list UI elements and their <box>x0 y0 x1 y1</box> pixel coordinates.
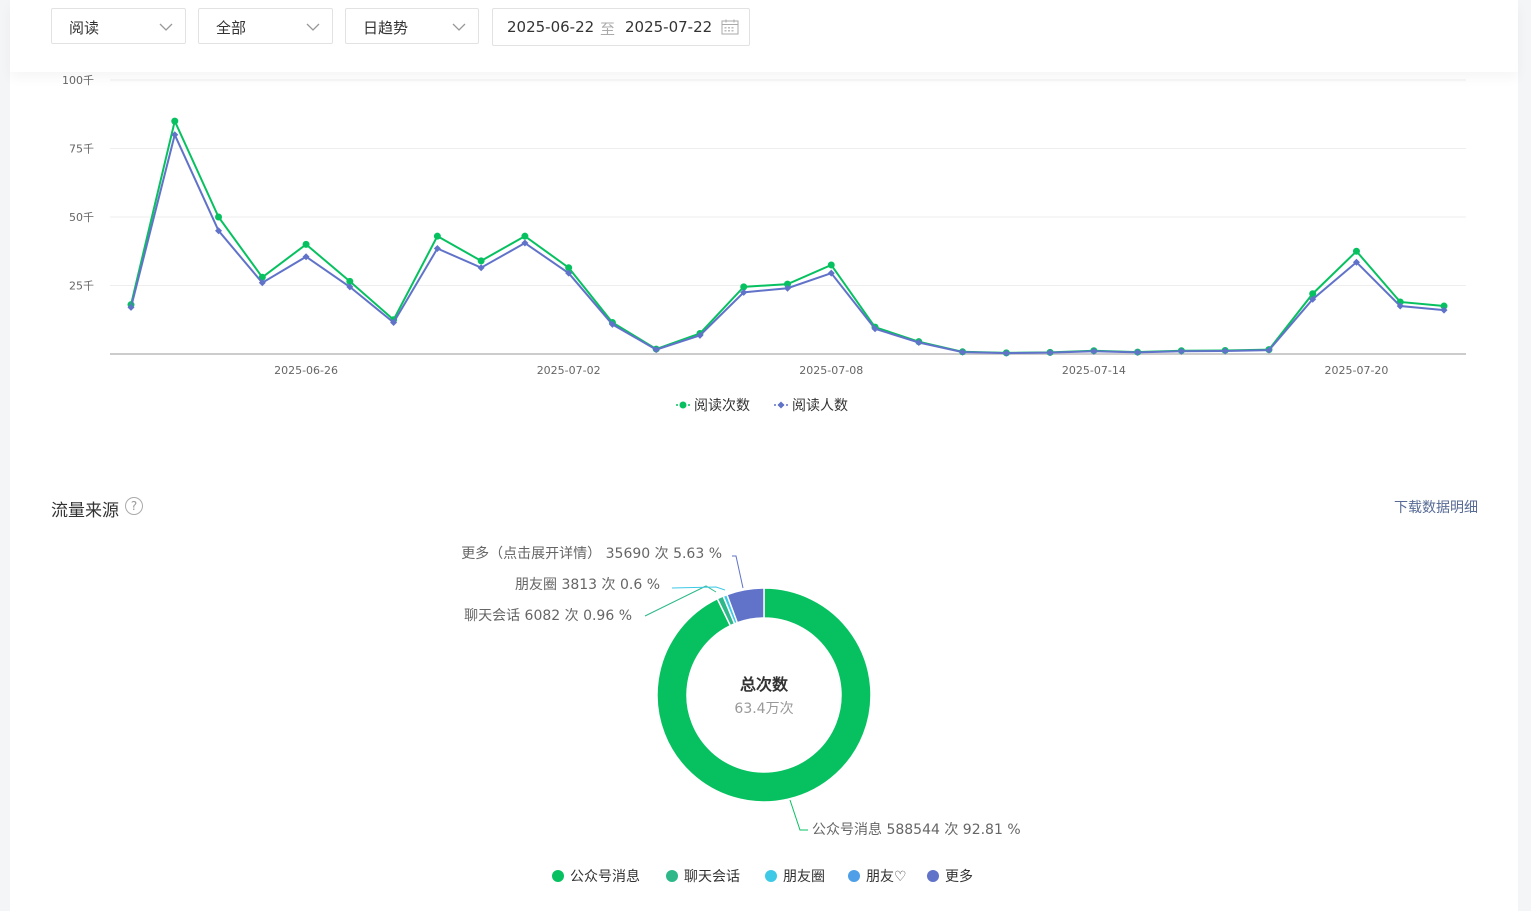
donut-leader-line <box>789 799 808 831</box>
chevron-down-icon <box>452 23 466 31</box>
help-icon[interactable]: ? <box>125 497 143 515</box>
y-tick-label: 75千 <box>69 143 94 156</box>
x-tick-label: 2025-07-02 <box>537 364 601 377</box>
scope-select[interactable]: 全部 <box>198 8 333 44</box>
y-tick-label: 100千 <box>62 74 94 87</box>
donut-legend-item[interactable]: 公众号消息 <box>552 866 640 886</box>
series-line-read-count <box>130 118 1445 354</box>
x-tick-label: 2025-07-08 <box>799 364 863 377</box>
legend-dot-icon <box>927 870 939 882</box>
donut-legend-label: 更多 <box>945 869 973 885</box>
download-detail-link[interactable]: 下载数据明细 <box>1394 497 1478 517</box>
donut-legend-label: 朋友♡ <box>866 869 907 885</box>
donut-legend-label: 朋友圈 <box>783 869 825 885</box>
read-count-point <box>302 240 310 248</box>
donut-label-moments: 朋友圈 3813 次 0.6 % <box>515 577 660 593</box>
x-tick-label: 2025-06-26 <box>274 364 338 377</box>
donut-legend-label: 聊天会话 <box>684 869 740 885</box>
donut-label-more: 更多（点击展开详情） 35690 次 5.63 % <box>461 545 722 562</box>
donut-center-value: 63.4万次 <box>734 701 793 717</box>
donut-legend: 公众号消息 聊天会话 朋友圈 朋友♡ 更多 <box>0 866 1531 890</box>
donut-center-title: 总次数 <box>740 675 789 694</box>
x-tick-label: 2025-07-20 <box>1324 364 1388 377</box>
scope-select-value: 全部 <box>216 19 247 37</box>
trend-select-value: 日趋势 <box>363 19 409 37</box>
donut-legend-label: 公众号消息 <box>570 869 640 885</box>
legend-label: 阅读人数 <box>792 397 848 414</box>
read-count-point <box>827 261 835 269</box>
read-count-point <box>521 232 529 240</box>
read-count-point <box>171 117 179 125</box>
traffic-source-donut: 总次数 63.4万次公众号消息 588544 次 92.81 % 聊天会话 6082… <box>461 545 1021 838</box>
traffic-source-title: 流量来源 <box>51 501 119 521</box>
date-separator: 至 <box>600 20 616 38</box>
legend-dot-icon <box>765 870 777 882</box>
metric-select-value: 阅读 <box>69 19 100 37</box>
y-tick-label: 50千 <box>69 211 94 224</box>
trend-select[interactable]: 日趋势 <box>345 8 479 44</box>
legend-dot-icon <box>666 870 678 882</box>
donut-leader-line <box>732 555 744 589</box>
legend-dot-icon <box>848 870 860 882</box>
donut-slice-0 <box>656 587 872 803</box>
donut-legend-item[interactable]: 聊天会话 <box>666 866 740 886</box>
read-count-point <box>215 213 223 221</box>
x-tick-label: 2025-07-14 <box>1062 364 1126 377</box>
legend-label: 阅读次数 <box>694 397 750 414</box>
donut-legend-item[interactable]: 朋友圈 <box>765 866 825 886</box>
series-line-reader-count <box>130 131 1445 355</box>
date-range-picker[interactable]: 2025-06-22 至 2025-07-22 <box>492 8 750 46</box>
donut-label-chat: 聊天会话 6082 次 0.96 % <box>464 608 632 624</box>
read-count-point <box>1352 247 1360 255</box>
legend-marker <box>777 401 785 409</box>
calendar-icon[interactable] <box>721 19 739 35</box>
chevron-down-icon <box>159 23 173 31</box>
metric-select[interactable]: 阅读 <box>51 8 186 44</box>
date-start[interactable]: 2025-06-22 <box>507 18 594 36</box>
read-count-point <box>477 257 485 265</box>
donut-label-official: 公众号消息 588544 次 92.81 % <box>812 821 1021 838</box>
y-tick-label: 25千 <box>69 280 94 293</box>
date-end[interactable]: 2025-07-22 <box>625 18 712 36</box>
legend-dot-icon <box>552 870 564 882</box>
donut-legend-item[interactable]: 更多 <box>927 866 973 886</box>
read-count-point <box>433 232 441 240</box>
chevron-down-icon <box>306 23 320 31</box>
legend-marker <box>679 401 687 409</box>
filter-bar: 阅读 全部 日趋势 2025-06-22 至 2025-07-22 <box>10 0 1518 72</box>
donut-legend-item[interactable]: 朋友♡ <box>848 866 907 886</box>
